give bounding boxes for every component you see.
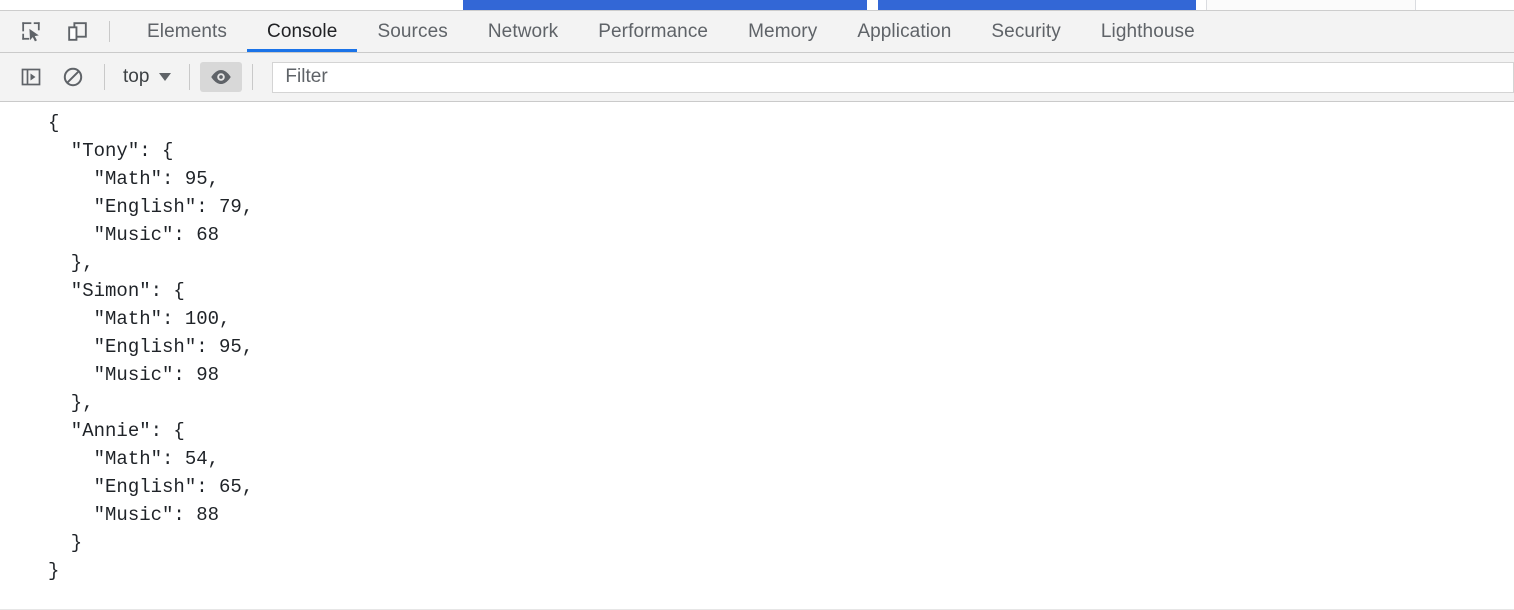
console-filter-wrapper — [272, 61, 1514, 93]
tab-label: Elements — [147, 20, 228, 42]
tab-application[interactable]: Application — [837, 11, 971, 52]
tab-network[interactable]: Network — [468, 11, 578, 52]
tab-lighthouse[interactable]: Lighthouse — [1081, 11, 1215, 52]
console-toolbar-divider — [189, 64, 191, 90]
browser-tab-1[interactable] — [463, 0, 867, 10]
inspect-element-icon — [19, 19, 44, 44]
console-sidebar-toggle-button[interactable] — [10, 62, 52, 92]
eye-icon — [208, 64, 234, 90]
devtools-tab-bar: Elements Console Sources Network Perform… — [0, 10, 1514, 53]
console-output-area[interactable]: { "Tony": { "Math": 95, "English": 79, "… — [0, 102, 1514, 610]
tab-security[interactable]: Security — [971, 11, 1080, 52]
tab-label: Network — [487, 20, 559, 42]
live-expression-button[interactable] — [200, 62, 243, 92]
devtools-tabs: Elements Console Sources Network Perform… — [127, 11, 1215, 52]
chevron-down-icon — [159, 73, 172, 81]
console-toolbar: top — [0, 53, 1514, 102]
console-sidebar-toggle-icon — [19, 65, 43, 89]
logged-json-object: { "Tony": { "Math": 95, "English": 79, "… — [48, 112, 254, 582]
tab-memory[interactable]: Memory — [728, 11, 837, 52]
browser-tab-2[interactable] — [878, 0, 1196, 10]
tab-label: Lighthouse — [1100, 20, 1195, 42]
device-toolbar-icon — [65, 19, 90, 44]
device-toolbar-button[interactable] — [54, 11, 100, 52]
tab-label: Memory — [748, 20, 818, 42]
console-filter-input[interactable] — [272, 61, 1514, 93]
clear-console-icon — [61, 65, 85, 89]
tab-sources[interactable]: Sources — [357, 11, 467, 52]
tab-elements[interactable]: Elements — [127, 11, 247, 52]
clear-console-button[interactable] — [52, 62, 94, 92]
inspect-element-button[interactable] — [8, 11, 54, 52]
console-toolbar-divider — [252, 64, 254, 90]
browser-tab-strip — [0, 0, 1514, 10]
tab-label: Console — [267, 20, 338, 42]
tab-label: Sources — [377, 20, 448, 42]
browser-tab-3[interactable] — [1206, 0, 1416, 10]
tab-performance[interactable]: Performance — [578, 11, 728, 52]
console-context-value: top — [123, 66, 150, 87]
tab-label: Security — [991, 20, 1061, 42]
console-log-entry[interactable]: { "Tony": { "Math": 95, "English": 79, "… — [0, 102, 1514, 585]
tab-label: Performance — [598, 20, 709, 42]
console-toolbar-divider — [104, 64, 105, 90]
tab-label: Application — [857, 20, 952, 42]
tab-console[interactable]: Console — [247, 11, 358, 52]
devtools-panel: Elements Console Sources Network Perform… — [0, 0, 1514, 610]
toolbar-divider — [109, 21, 110, 42]
console-context-selector[interactable]: top — [115, 66, 179, 88]
